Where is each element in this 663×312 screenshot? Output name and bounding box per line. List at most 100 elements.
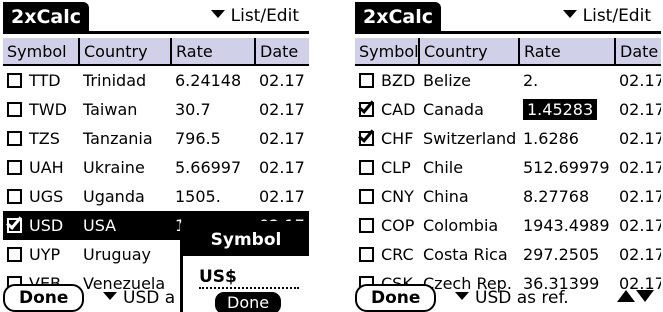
rate-cell[interactable]: 30.7 (171, 95, 255, 124)
left-screen: 2xCalc List/Edit Symbol Country Rate Dat… (3, 0, 309, 312)
date-cell: 02.17 (619, 245, 661, 264)
country-cell: Colombia (423, 216, 499, 235)
triangle-down-icon (562, 10, 577, 18)
list-edit-menu[interactable]: List/Edit (210, 2, 299, 30)
checkbox[interactable] (359, 160, 374, 175)
triangle-down-icon (103, 292, 117, 300)
checkbox[interactable] (7, 160, 22, 175)
app-title[interactable]: 2xCalc (3, 2, 90, 32)
title-divider (3, 31, 309, 34)
checkbox-checked[interactable] (359, 131, 374, 146)
dialog-title: Symbol (183, 224, 309, 256)
table-header: Symbol Country Rate Date (3, 38, 309, 66)
symbol-input[interactable]: US$ (199, 267, 299, 289)
column-header-symbol[interactable]: Symbol (355, 38, 419, 66)
symbol-cell: TTD (29, 71, 61, 90)
checkbox[interactable] (7, 131, 22, 146)
column-header-rate[interactable]: Rate (518, 38, 615, 66)
column-header-rate[interactable]: Rate (170, 38, 255, 66)
checkbox[interactable] (7, 73, 22, 88)
date-cell: 02.17 (619, 158, 661, 177)
title-bar: 2xCalc List/Edit (355, 0, 661, 34)
dialog-done-button[interactable]: Done (215, 292, 282, 312)
reference-currency-selector[interactable]: USD a (103, 285, 175, 311)
table-row[interactable]: TWD Taiwan 30.7 02.17 (3, 95, 309, 124)
table-row[interactable]: UGS Uganda 1505. 02.17 (3, 182, 309, 211)
done-button[interactable]: Done (355, 284, 437, 312)
right-screen: 2xCalc List/Edit Symbol Country Rate Dat… (355, 0, 661, 312)
bottom-bar: Done USD as ref. (355, 282, 661, 312)
rate-cell[interactable]: 796.5 (171, 124, 255, 153)
scroll-up-icon[interactable] (617, 290, 635, 302)
table-row[interactable]: TZS Tanzania 796.5 02.17 (3, 124, 309, 153)
rate-edit-highlight[interactable]: 1.45283 (523, 99, 598, 120)
rate-cell[interactable]: 1.6286 (519, 124, 615, 153)
country-cell: Uganda (83, 187, 145, 206)
date-cell: 02.17 (259, 158, 305, 177)
country-cell: Tanzania (83, 129, 153, 148)
rate-cell[interactable]: 2. (519, 65, 615, 95)
country-cell: Chile (423, 158, 464, 177)
table-row[interactable]: UAH Ukraine 5.66997 02.17 (3, 153, 309, 182)
table-row[interactable]: CHF Switzerland 1.6286 02.17 (355, 124, 661, 153)
table-row[interactable]: COP Colombia 1943.4989 02.17 (355, 211, 661, 240)
checkbox-checked[interactable] (359, 102, 374, 117)
country-cell: China (423, 187, 469, 206)
rate-cell[interactable]: 512.69979 (519, 153, 615, 182)
column-header-date[interactable]: Date (614, 38, 661, 66)
checkbox[interactable] (7, 247, 22, 262)
checkbox[interactable] (359, 247, 374, 262)
country-cell: Trinidad (83, 71, 147, 90)
symbol-cell: TWD (29, 100, 67, 119)
symbol-cell: BZD (381, 71, 416, 90)
rate-cell[interactable]: 8.27768 (519, 182, 615, 211)
symbol-cell: CHF (381, 129, 414, 148)
column-header-country[interactable]: Country (78, 38, 171, 66)
reference-currency-selector[interactable]: USD as ref. (455, 285, 569, 311)
date-cell: 02.17 (619, 187, 661, 206)
column-header-country[interactable]: Country (418, 38, 519, 66)
list-edit-menu[interactable]: List/Edit (562, 2, 651, 30)
table-row[interactable]: CAD Canada 1.45283 02.17 (355, 95, 661, 124)
rate-cell[interactable]: 297.2505 (519, 240, 615, 269)
rate-cell[interactable]: 1505. (171, 182, 255, 211)
date-cell: 02.17 (259, 129, 305, 148)
checkbox[interactable] (359, 189, 374, 204)
rate-cell[interactable]: 6.24148 (171, 65, 255, 95)
date-cell: 02.17 (619, 216, 661, 235)
symbol-cell: USD (29, 216, 64, 235)
checkbox[interactable] (359, 73, 374, 88)
rate-cell[interactable]: 5.66997 (171, 153, 255, 182)
symbol-cell: TZS (29, 129, 60, 148)
triangle-down-icon (455, 292, 469, 300)
column-header-symbol[interactable]: Symbol (3, 38, 79, 66)
checkbox-checked[interactable] (7, 218, 22, 233)
country-cell: Canada (423, 100, 484, 119)
table-header: Symbol Country Rate Date (355, 38, 661, 66)
table-row[interactable]: CRC Costa Rica 297.2505 02.17 (355, 240, 661, 269)
country-cell: Taiwan (83, 100, 138, 119)
scroll-down-icon[interactable] (636, 290, 654, 302)
app-title[interactable]: 2xCalc (355, 2, 442, 32)
list-edit-label: List/Edit (582, 6, 651, 26)
symbol-cell: CAD (381, 100, 416, 119)
reference-currency-label: USD (123, 288, 160, 308)
date-cell: 02.17 (259, 71, 305, 90)
symbol-dialog: Symbol US$ Done (180, 221, 309, 312)
table-row[interactable]: TTD Trinidad 6.24148 02.17 (3, 65, 309, 95)
rate-cell[interactable]: 1943.4989 (519, 211, 615, 240)
rate-cell-editing[interactable]: 1.45283 (519, 95, 615, 124)
date-cell: 02.17 (259, 187, 305, 206)
symbol-cell: UAH (29, 158, 64, 177)
table-row[interactable]: BZD Belize 2. 02.17 (355, 65, 661, 95)
table-row[interactable]: CLP Chile 512.69979 02.17 (355, 153, 661, 182)
column-header-date[interactable]: Date (254, 38, 309, 66)
date-cell: 02.17 (619, 129, 661, 148)
table-row[interactable]: CNY China 8.27768 02.17 (355, 182, 661, 211)
country-cell: Switzerland (423, 129, 517, 148)
done-button[interactable]: Done (3, 284, 85, 312)
country-cell: Costa Rica (423, 245, 508, 264)
checkbox[interactable] (359, 218, 374, 233)
checkbox[interactable] (7, 189, 22, 204)
checkbox[interactable] (7, 102, 22, 117)
